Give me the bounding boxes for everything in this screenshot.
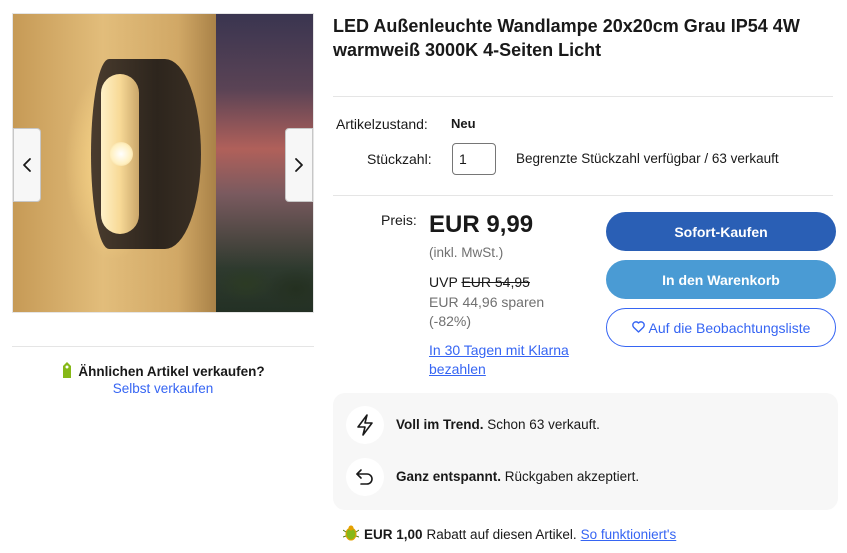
- condition-label: Artikelzustand:: [336, 116, 428, 132]
- product-photo-lamp-light: [109, 142, 133, 166]
- rebate-text: Rabatt auf diesen Artikel.: [426, 527, 577, 542]
- trend-title: Voll im Trend.: [396, 417, 484, 432]
- divider: [333, 96, 833, 97]
- uvp-label: UVP: [429, 274, 458, 290]
- watchlist-button[interactable]: Auf die Beobachtungsliste: [606, 308, 836, 347]
- price-label: Preis:: [381, 212, 417, 228]
- chevron-right-icon: [295, 158, 303, 172]
- divider: [333, 195, 833, 196]
- chevron-left-icon: [23, 158, 31, 172]
- trend-text: Schon 63 verkauft.: [487, 417, 600, 432]
- uvp-value: EUR 54,95: [461, 274, 530, 290]
- rebate-amount: EUR 1,00: [364, 527, 423, 542]
- trend-highlight: Voll im Trend. Schon 63 verkauft.: [396, 417, 600, 432]
- uvp-price: UVP EUR 54,95: [429, 274, 530, 290]
- return-arrow-icon: [346, 458, 384, 496]
- product-title: LED Außenleuchte Wandlampe 20x20cm Grau …: [333, 16, 800, 60]
- quantity-label: Stückzahl:: [367, 151, 432, 167]
- how-it-works-link[interactable]: So funktioniert's: [581, 527, 677, 542]
- quantity-input[interactable]: [452, 143, 496, 175]
- watchlist-label: Auf die Beobachtungsliste: [648, 319, 811, 336]
- heart-icon: [631, 320, 645, 336]
- ebay-bug-icon: [342, 524, 360, 545]
- savings-text: EUR 44,96 sparen (-82%): [429, 294, 545, 329]
- quantity-availability: Begrenzte Stückzahl verfügbar / 63 verka…: [516, 151, 779, 166]
- returns-text: Rückgaben akzeptiert.: [504, 469, 640, 484]
- sell-yourself-link[interactable]: Selbst verkaufen: [12, 381, 314, 396]
- price: EUR 9,99: [429, 211, 534, 238]
- lightning-icon: [346, 406, 384, 444]
- klarna-link[interactable]: In 30 Tagen mit Klarna bezahlen: [429, 341, 599, 379]
- returns-highlight: Ganz entspannt. Rückgaben akzeptiert.: [396, 469, 639, 484]
- buy-now-button[interactable]: Sofort-Kaufen: [606, 212, 836, 251]
- add-to-cart-button[interactable]: In den Warenkorb: [606, 260, 836, 299]
- vat-note: (inkl. MwSt.): [429, 245, 504, 260]
- rebate-line: EUR 1,00 Rabatt auf diesen Artikel. So f…: [342, 524, 677, 545]
- gallery-prev-button[interactable]: [13, 128, 41, 202]
- returns-title: Ganz entspannt.: [396, 469, 502, 484]
- gallery-next-button[interactable]: [285, 128, 313, 202]
- divider: [12, 346, 314, 347]
- sell-similar-prompt: Ähnlichen Artikel verkaufen?: [12, 361, 314, 382]
- product-photo-trees: [216, 254, 313, 312]
- product-image-gallery[interactable]: [12, 13, 314, 313]
- condition-value: Neu: [451, 116, 476, 131]
- sell-similar-text: Ähnlichen Artikel verkaufen?: [78, 364, 265, 379]
- highlights-box: Voll im Trend. Schon 63 verkauft. Ganz e…: [333, 393, 838, 510]
- price-tag-icon: [61, 361, 73, 382]
